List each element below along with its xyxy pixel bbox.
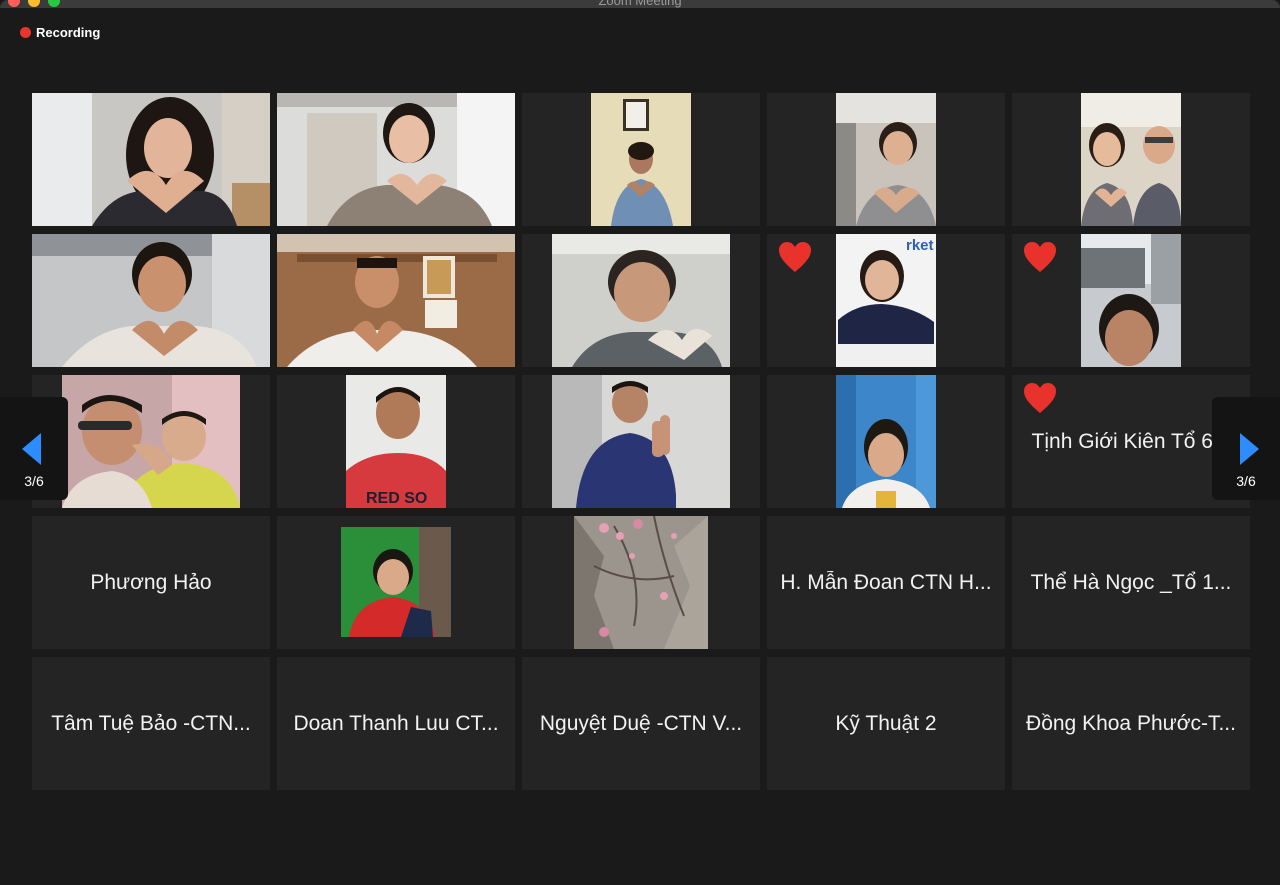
participant-video: [1081, 234, 1181, 367]
participant-tile[interactable]: Nguyệt Duệ -CTN V...: [522, 657, 760, 790]
arrow-right-icon: [1240, 433, 1259, 465]
participant-name: Tâm Tuệ Bảo -CTN...: [51, 711, 251, 735]
participant-video: RED SO: [346, 375, 446, 508]
record-dot-icon: [20, 27, 31, 38]
heart-icon: [1024, 383, 1056, 413]
participant-name: Nguyệt Duệ -CTN V...: [539, 711, 743, 735]
participant-video: [574, 516, 708, 649]
page-indicator: 3/6: [24, 473, 44, 489]
participant-video: [552, 375, 730, 508]
arrow-left-icon: [22, 433, 41, 465]
participant-tile[interactable]: [767, 93, 1005, 226]
participant-tile[interactable]: rket: [767, 234, 1005, 367]
participant-name: Kỹ Thuật 2: [835, 711, 937, 735]
svg-text:rket: rket: [906, 237, 934, 254]
participant-tile[interactable]: [32, 93, 270, 226]
gallery-grid: rket RED SO Tịnh Giới Kiên Tổ 6... Phươn…: [32, 93, 1250, 790]
participant-tile[interactable]: Doan Thanh Luu CT...: [277, 657, 515, 790]
participant-tile[interactable]: [522, 375, 760, 508]
participant-name: Doan Thanh Luu CT...: [293, 711, 499, 735]
participant-video: [32, 234, 270, 367]
participant-video: [62, 375, 240, 508]
zoom-window: Zoom Meeting Recording rket RED SO Tịnh …: [0, 0, 1280, 885]
participant-video: rket: [836, 234, 936, 367]
participant-video: [836, 93, 936, 226]
participant-video: [277, 234, 515, 367]
participant-video: [341, 527, 451, 637]
heart-icon: [1024, 242, 1056, 272]
previous-page-button[interactable]: 3/6: [0, 397, 68, 500]
participant-tile[interactable]: Đồng Khoa Phước-T...: [1012, 657, 1250, 790]
participant-tile[interactable]: [767, 375, 1005, 508]
participant-video: [552, 234, 730, 367]
next-page-button[interactable]: 3/6: [1212, 397, 1280, 500]
participant-tile[interactable]: H. Mẫn Đoan CTN H...: [767, 516, 1005, 649]
participant-video: [1081, 93, 1181, 226]
page-indicator: 3/6: [1236, 473, 1256, 489]
participant-video: [32, 93, 270, 226]
heart-icon: [779, 242, 811, 272]
participant-name: Phương Hảo: [90, 570, 212, 594]
recording-indicator[interactable]: Recording: [20, 25, 100, 40]
participant-tile[interactable]: [522, 93, 760, 226]
participant-tile[interactable]: RED SO: [277, 375, 515, 508]
participant-name: H. Mẫn Đoan CTN H...: [780, 570, 992, 594]
participant-tile[interactable]: [277, 234, 515, 367]
participant-name: Đồng Khoa Phước-T...: [1026, 711, 1236, 735]
participant-tile[interactable]: [32, 234, 270, 367]
participant-tile[interactable]: Thể Hà Ngọc _Tổ 1...: [1012, 516, 1250, 649]
participant-video: [591, 93, 691, 226]
participant-video: [277, 93, 515, 226]
participant-tile[interactable]: [1012, 93, 1250, 226]
recording-label: Recording: [36, 25, 101, 40]
participant-tile[interactable]: Tâm Tuệ Bảo -CTN...: [32, 657, 270, 790]
participant-tile[interactable]: [522, 234, 760, 367]
participant-tile[interactable]: [277, 93, 515, 226]
participant-video: [836, 375, 936, 508]
participant-tile[interactable]: [1012, 234, 1250, 367]
participant-tile[interactable]: [277, 516, 515, 649]
participant-tile[interactable]: Phương Hảo: [32, 516, 270, 649]
participant-tile[interactable]: [522, 516, 760, 649]
participant-tile[interactable]: Kỹ Thuật 2: [767, 657, 1005, 790]
svg-text:RED SO: RED SO: [366, 490, 427, 507]
title-bar: Zoom Meeting: [0, 0, 1280, 8]
window-title: Zoom Meeting: [598, 0, 682, 8]
participant-name: Thể Hà Ngọc _Tổ 1...: [1030, 570, 1232, 594]
participant-name: Tịnh Giới Kiên Tổ 6...: [1031, 429, 1231, 453]
